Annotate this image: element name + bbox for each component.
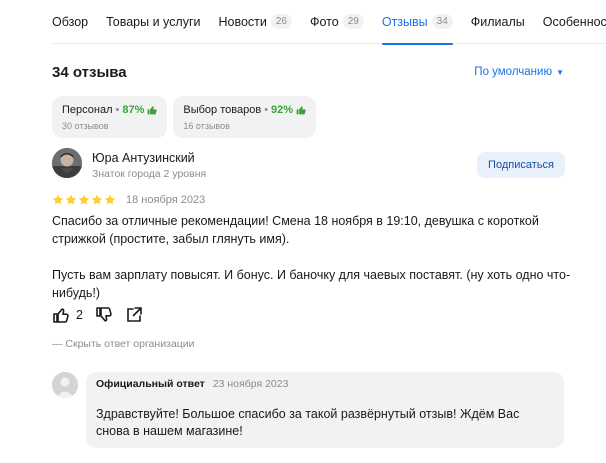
tab-count-badge: 26 (270, 14, 292, 29)
aspect-percent: 87% (122, 104, 145, 116)
official-response: Официальный ответ 23 ноября 2023 Здравст… (86, 372, 564, 448)
star-icon (91, 194, 103, 205)
aspect-chip-selection[interactable]: Выбор товаров • 92% 16 отзывов (173, 96, 317, 138)
tab-overview[interactable]: Обзор (52, 0, 88, 44)
share-icon (125, 306, 143, 324)
chevron-down-icon: ▼ (556, 67, 564, 77)
org-logo-icon (52, 372, 78, 398)
aspect-name: Выбор товаров (183, 104, 262, 116)
sort-dropdown[interactable]: По умолчанию ▼ (474, 66, 564, 78)
thumb-up-icon (296, 105, 306, 115)
review-actions: 2 (52, 306, 143, 324)
tab-news[interactable]: Новости 26 (218, 0, 292, 44)
review-author-level: Знаток города 2 уровня (92, 168, 207, 180)
tab-label: Новости (218, 14, 267, 29)
tab-count-badge: 29 (342, 14, 364, 29)
aspect-percent: 92% (271, 104, 294, 116)
response-label: Официальный ответ (96, 378, 205, 390)
tab-photos[interactable]: Фото 29 (310, 0, 364, 44)
tab-label: Филиалы (470, 14, 525, 29)
hide-org-response-link[interactable]: — Скрыть ответ организации (52, 338, 194, 350)
review-date: 18 ноября 2023 (126, 194, 206, 206)
tab-label: Фото (310, 14, 339, 29)
aspect-chip-staff[interactable]: Персонал • 87% 30 отзывов (52, 96, 168, 138)
thumb-up-icon (52, 306, 70, 324)
like-button[interactable]: 2 (52, 306, 83, 324)
review-paragraph: Спасибо за отличные рекомендации! Смена … (52, 214, 539, 246)
dislike-button[interactable] (95, 306, 113, 324)
user-avatar[interactable] (52, 148, 82, 178)
aspect-filters: Персонал • 87% 30 отзывов Выбор товаров … (52, 96, 317, 138)
aspect-review-count: 16 отзывов (183, 121, 230, 131)
review-author-name[interactable]: Юра Антузинский (92, 151, 195, 165)
aspect-review-count: 30 отзывов (62, 121, 109, 131)
subscribe-button[interactable]: Подписаться (477, 152, 565, 178)
tab-reviews[interactable]: Отзывы 34 (381, 0, 453, 45)
review-body: Спасибо за отличные рекомендации! Смена … (52, 212, 572, 302)
like-count: 2 (76, 308, 83, 322)
response-body: Здравствуйте! Большое спасибо за такой р… (96, 407, 520, 438)
aspect-name: Персонал (62, 104, 113, 116)
tab-branches[interactable]: Филиалы (471, 0, 525, 44)
review-paragraph: Пусть вам зарплату повысят. И бонус. И б… (52, 268, 571, 300)
tab-label: Обзор (52, 14, 89, 29)
response-date: 23 ноября 2023 (212, 378, 289, 390)
tab-count-badge: 34 (431, 14, 453, 29)
sort-label: По умолчанию (474, 66, 553, 78)
tab-bar: Обзор Товары и услуги Новости 26 Фото 29… (52, 0, 606, 45)
tab-label: Товары и услуги (106, 14, 201, 29)
tab-label: Особенности (542, 14, 606, 29)
tab-features[interactable]: Особенности (543, 0, 606, 44)
thumb-up-icon (147, 105, 158, 115)
star-icon (65, 194, 77, 205)
reviews-count-title: 34 отзыва (52, 64, 127, 81)
tab-label: Отзывы (381, 14, 428, 29)
aspect-separator: • (264, 104, 269, 116)
thumb-down-icon (95, 306, 113, 324)
tab-products[interactable]: Товары и услуги (106, 0, 200, 44)
star-icon (104, 194, 116, 205)
share-button[interactable] (125, 306, 143, 324)
star-icon (52, 194, 64, 205)
aspect-separator: • (115, 104, 120, 116)
star-icon (78, 194, 90, 205)
review-rating (52, 194, 116, 206)
